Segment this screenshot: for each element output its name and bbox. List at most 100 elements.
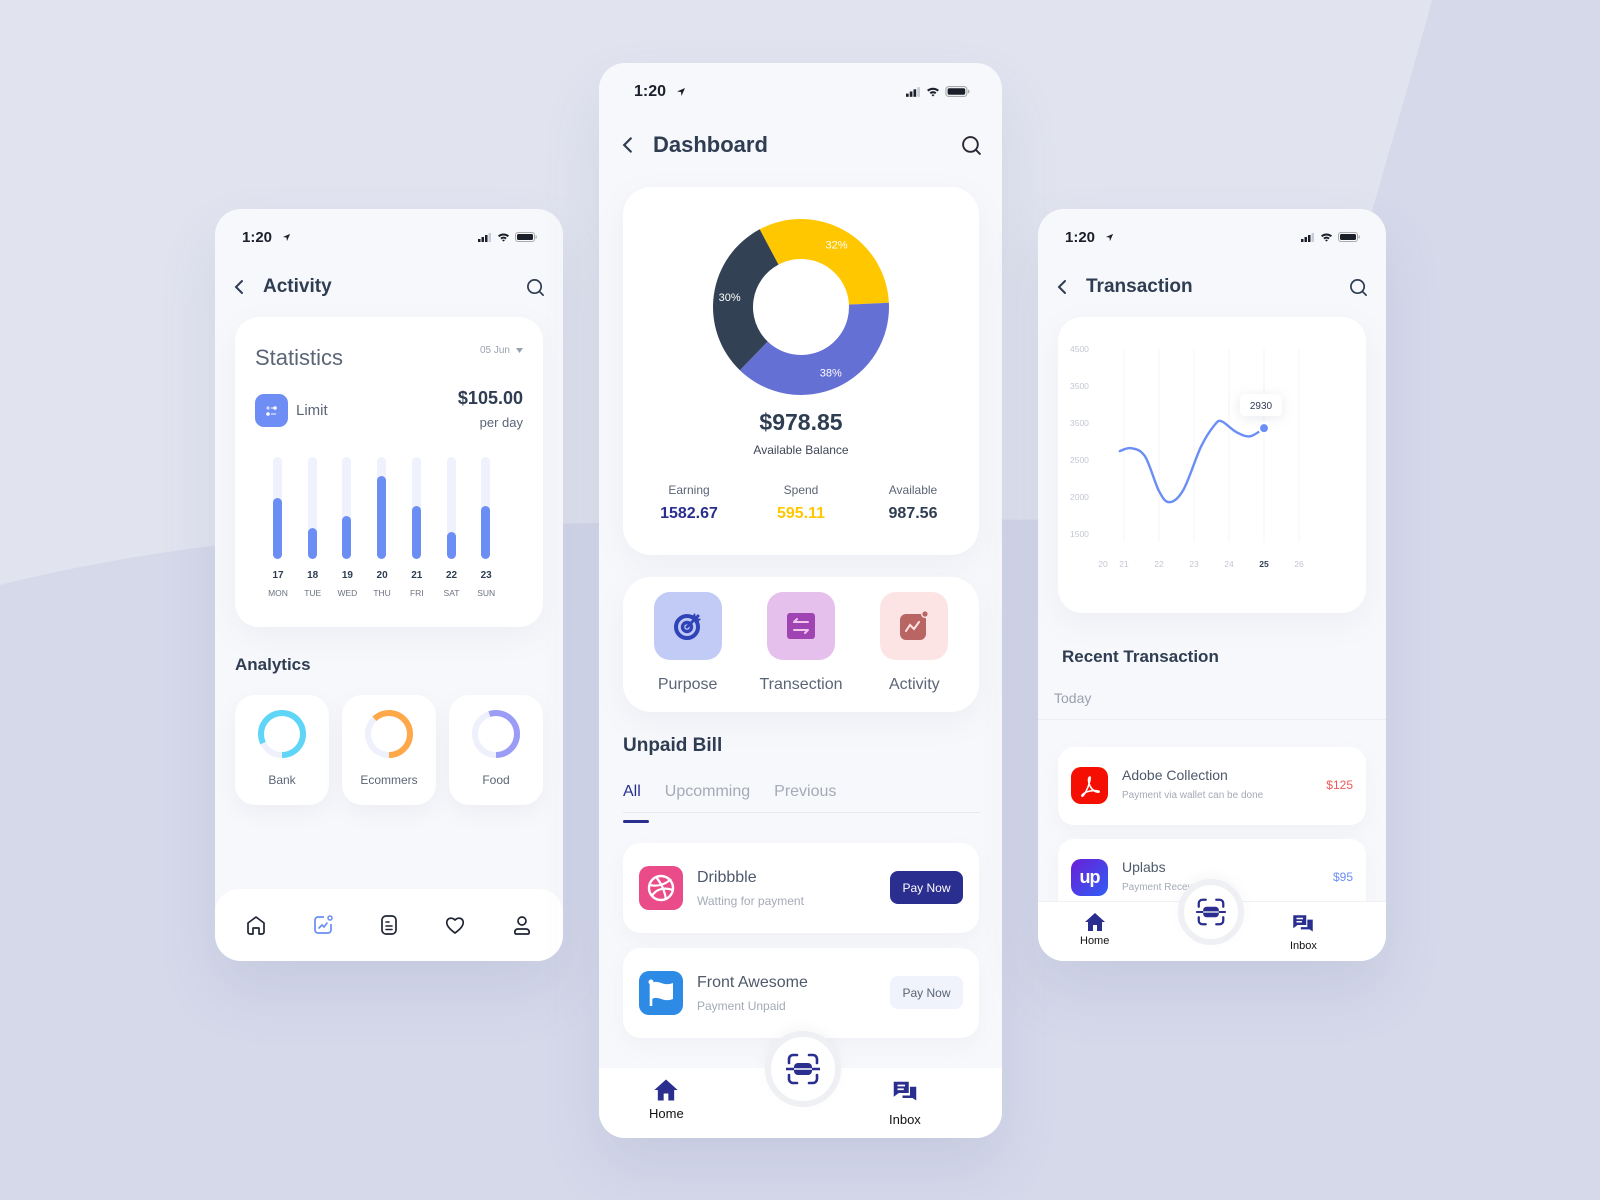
pay-now-button[interactable]: Pay Now	[890, 976, 963, 1009]
bar-column[interactable]: 17 MON	[268, 457, 289, 617]
scan-button[interactable]	[1178, 879, 1244, 945]
bar-date-label: 23	[480, 570, 492, 581]
tab-favorites[interactable]	[444, 914, 466, 936]
x-tick-label: 23	[1189, 559, 1199, 569]
tab-home[interactable]: Home	[649, 1076, 684, 1121]
donut-slice[interactable]	[759, 218, 889, 305]
line-series	[1118, 419, 1266, 504]
analytics-item[interactable]: Bank	[235, 695, 329, 805]
bottom-tabbar	[215, 889, 563, 961]
tab-all[interactable]: All	[623, 779, 649, 823]
tab-activity[interactable]	[312, 914, 334, 936]
bar-column[interactable]: 22 SAT	[443, 457, 463, 617]
tab-profile[interactable]	[511, 914, 533, 936]
home-icon	[654, 1079, 679, 1101]
bar-column[interactable]: 19 WED	[337, 457, 358, 617]
bill-item[interactable]: Dribbble Watting for payment Pay Now	[623, 843, 979, 933]
transaction-line-chart: 4500 3500 3500 2500 2000 1500 20 21 22 23 24 25 26 29…	[1070, 344, 1304, 569]
donut-slice-label: 30%	[719, 292, 741, 304]
bill-name: Front Awesome	[697, 974, 808, 991]
activity-icon-tile	[880, 592, 949, 660]
bill-tabs: All Upcomming Previous	[623, 779, 980, 823]
analytics-ring-icon	[472, 710, 520, 758]
bar-column[interactable]: 21 FRI	[408, 457, 428, 617]
back-button[interactable]	[617, 135, 637, 155]
donut-slice-label: 32%	[826, 239, 848, 251]
x-tick-label: 25	[1259, 559, 1269, 569]
scan-icon	[786, 1053, 820, 1085]
recent-transaction-title: Recent Transaction	[1062, 647, 1219, 666]
divider	[1038, 719, 1386, 720]
bar-date-label: 17	[272, 570, 284, 581]
tab-home[interactable]	[245, 914, 267, 936]
bar-column[interactable]: 18 TUE	[304, 457, 324, 617]
bar-fill	[481, 505, 491, 559]
signal-icon	[1301, 232, 1314, 242]
bar-fill	[273, 497, 282, 559]
analytics-list: Bank Ecommers Food	[235, 695, 543, 805]
bar-fill	[411, 505, 421, 559]
tab-previous[interactable]: Previous	[774, 779, 836, 812]
wifi-icon	[927, 87, 939, 97]
signal-icon	[478, 232, 491, 242]
tab-inbox-label: Inbox	[889, 1112, 921, 1127]
tab-home[interactable]: Home	[1080, 910, 1109, 947]
dropdown-caret-icon	[516, 347, 523, 353]
highlight-point[interactable]	[1258, 422, 1270, 435]
page-title: Activity	[263, 276, 332, 297]
page-title: Dashboard	[653, 132, 768, 157]
activity-chart-icon	[313, 915, 333, 934]
bar-day-label: THU	[373, 588, 391, 598]
transaction-amount: $125	[1326, 778, 1353, 792]
search-button[interactable]	[961, 135, 982, 156]
bar-fill	[342, 516, 352, 559]
search-icon	[527, 278, 544, 296]
bar-column[interactable]: 23 SUN	[477, 457, 497, 617]
search-button[interactable]	[526, 278, 545, 297]
tab-upcomming[interactable]: Upcomming	[665, 779, 750, 812]
analytics-item[interactable]: Food	[449, 695, 543, 805]
quick-action-purpose[interactable]: Purpose	[638, 592, 738, 694]
balance-stat-value: 987.56	[888, 505, 938, 522]
wifi-icon	[1320, 233, 1333, 242]
balance-stat: Spend 595.11	[749, 483, 853, 523]
quick-action-activity[interactable]: Activity	[864, 592, 964, 694]
date-filter[interactable]: 05 Jun	[480, 345, 523, 356]
transaction-name: Uplabs	[1122, 859, 1166, 875]
y-tick-label: 3500	[1070, 418, 1089, 428]
header: Activity	[215, 267, 563, 307]
balance-donut-chart: 32% 38% 30%	[713, 218, 889, 396]
bill-item[interactable]: Front Awesome Payment Unpaid Pay Now	[623, 948, 979, 1038]
donut-slice[interactable]	[739, 302, 889, 396]
tab-inbox[interactable]: Inbox	[889, 1078, 921, 1127]
uplabs-logo-icon: up	[1071, 859, 1108, 896]
target-icon-tile	[653, 592, 722, 660]
bar-column[interactable]: 20 THU	[373, 457, 393, 617]
scan-button[interactable]	[765, 1031, 841, 1107]
back-button[interactable]	[1052, 277, 1072, 297]
balance-stats: Earning 1582.67 Spend 595.11 Available 987.56	[637, 483, 965, 523]
balance-stat-label: Available	[888, 483, 938, 497]
bar-day-label: TUE	[304, 588, 322, 598]
x-tick-label: 24	[1224, 559, 1234, 569]
tab-documents[interactable]	[378, 914, 400, 936]
analytics-item[interactable]: Ecommers	[342, 695, 436, 805]
statistics-card: Statistics 05 Jun Limit $105.00 per day …	[235, 317, 543, 627]
quick-action-label: Purpose	[657, 676, 718, 693]
bar-day-label: SAT	[443, 588, 460, 598]
bar-fill	[307, 528, 317, 559]
transaction-name: Adobe Collection	[1122, 767, 1228, 783]
status-bar: 1:20	[215, 217, 563, 257]
search-button[interactable]	[1349, 278, 1368, 297]
bill-name: Dribbble	[697, 869, 757, 886]
bill-status: Watting for payment	[697, 894, 804, 908]
analytics-label: Ecommers	[360, 773, 418, 787]
home-icon	[247, 916, 266, 935]
quick-action-transection[interactable]: Transection	[751, 592, 851, 694]
inbox-chat-icon	[1293, 915, 1314, 932]
transaction-item[interactable]: Adobe Collection Payment via wallet can b…	[1058, 747, 1366, 825]
tab-inbox[interactable]: Inbox	[1290, 912, 1317, 952]
back-button[interactable]	[229, 277, 249, 297]
pay-now-button[interactable]: Pay Now	[890, 871, 963, 904]
battery-icon	[1338, 232, 1360, 242]
